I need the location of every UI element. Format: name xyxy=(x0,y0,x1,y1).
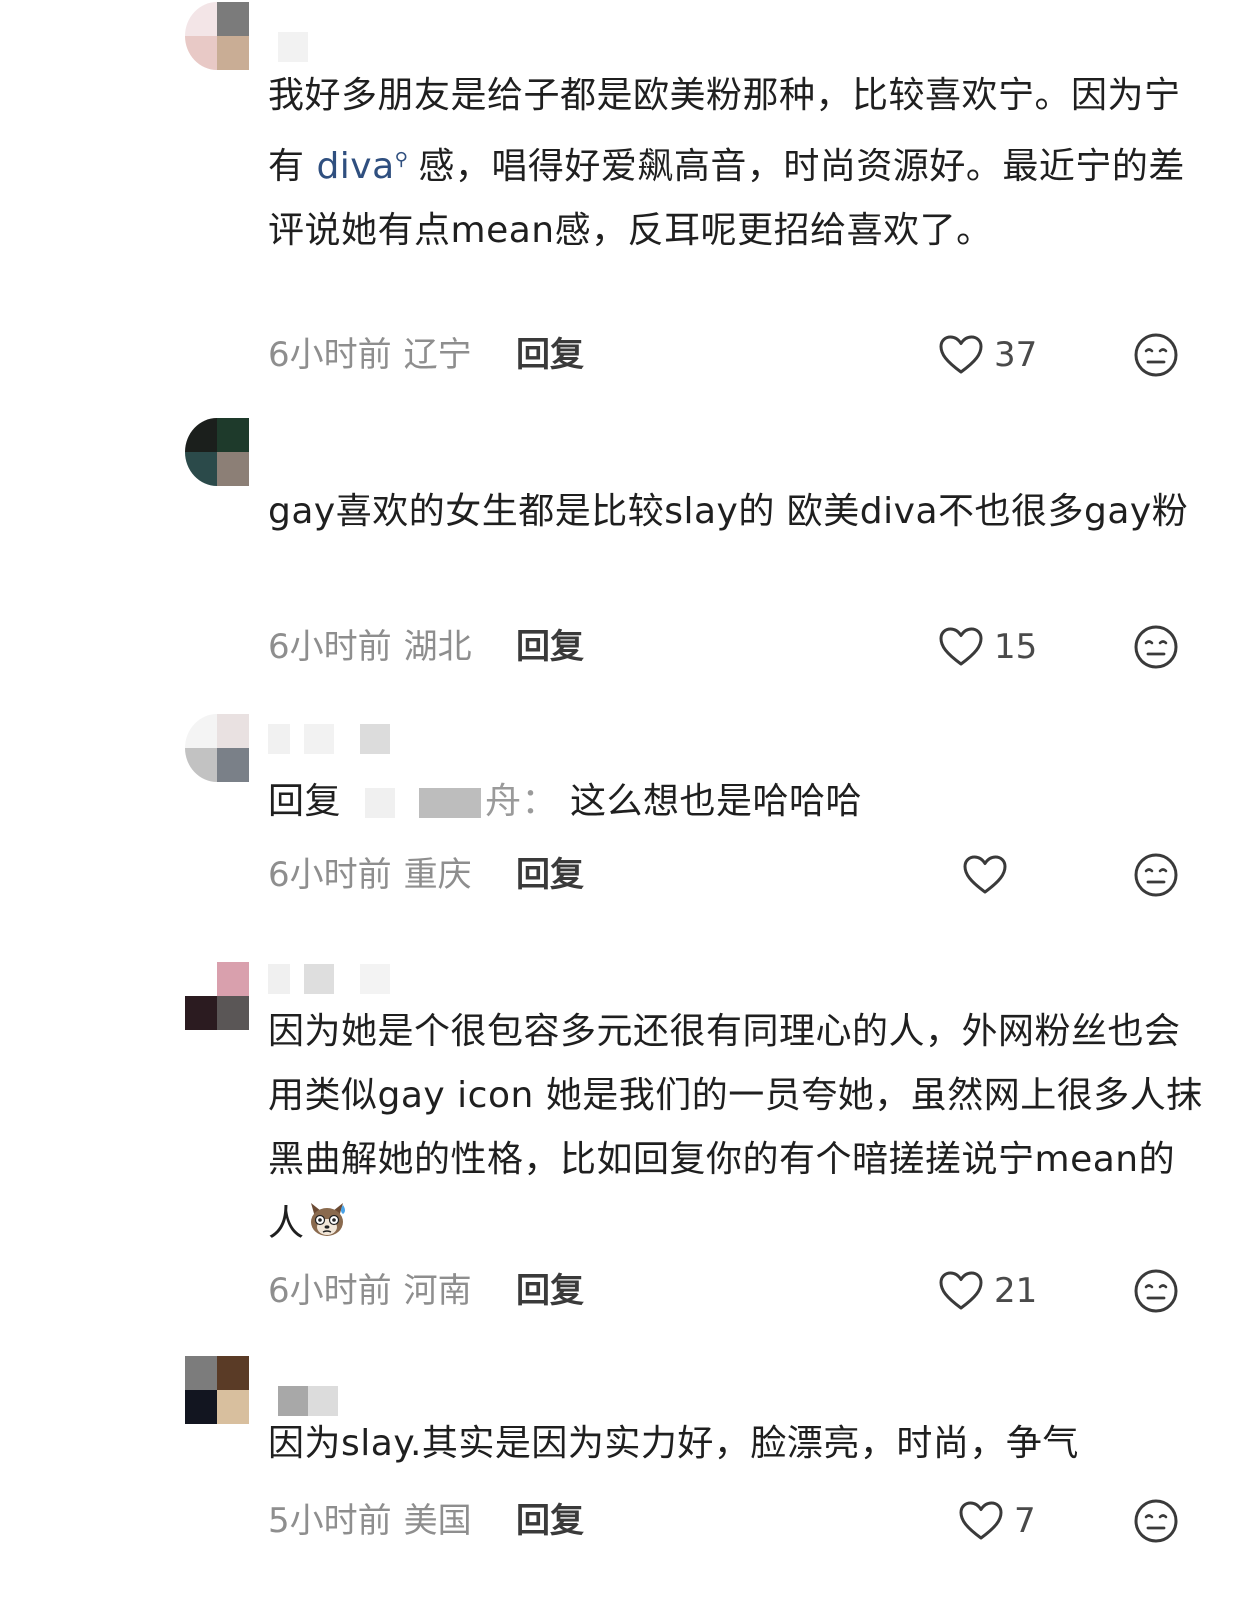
timestamp: 5小时前 xyxy=(268,1501,392,1541)
dislike-button[interactable] xyxy=(1133,624,1179,670)
avatar[interactable] xyxy=(185,714,249,782)
like-count: 7 xyxy=(1014,1501,1036,1541)
comment-text: gay喜欢的女生都是比较slay的 欧美diva不也很多gay粉 xyxy=(268,491,1189,532)
comment-text: 因为slay.其实是因为实力好，脸漂亮，时尚，争气 xyxy=(268,1423,1079,1464)
heart-outline-icon xyxy=(938,334,984,376)
comment-text: 因为她是个很包容多元还很有同理心的人，外网粉丝也会用类似gay icon 她是我… xyxy=(268,1000,1208,1256)
comment-item: 因为她是个很包容多元还很有同理心的人，外网粉丝也会用类似gay icon 她是我… xyxy=(0,930,1240,1350)
comment-text: 我好多朋友是给子都是欧美粉那种，比较喜欢宁。因为宁有 diva⚲ 感，唱得好爱飙高… xyxy=(268,64,1208,263)
like-button[interactable]: 7 xyxy=(958,1496,1036,1546)
heart-outline-icon xyxy=(938,1270,984,1312)
like-button[interactable]: 37 xyxy=(938,330,1037,380)
avatar[interactable] xyxy=(185,2,249,70)
comment-meta: 6小时前 湖北 回复 15 xyxy=(268,622,1208,672)
timestamp: 6小时前 xyxy=(268,1271,392,1311)
comment-meta: 6小时前 重庆 回复 xyxy=(268,850,1208,900)
like-count: 21 xyxy=(994,1271,1038,1311)
timestamp: 6小时前 xyxy=(268,855,392,895)
username-blurred[interactable] xyxy=(268,32,408,62)
like-button[interactable]: 15 xyxy=(938,622,1037,672)
sweating-dog-emoji xyxy=(310,1203,345,1236)
reply-button[interactable]: 回复 xyxy=(516,850,584,900)
comment-text: 回复 舟： 这么想也是哈哈哈 xyxy=(268,770,1208,834)
timestamp: 6小时前 xyxy=(268,335,392,375)
dislike-button[interactable] xyxy=(1133,1268,1179,1314)
comment-item: gay喜欢的女生都是比较slay的 欧美diva不也很多gay粉 6小时前 湖北 … xyxy=(0,400,1240,690)
heart-outline-icon xyxy=(962,854,1008,896)
reply-button[interactable]: 回复 xyxy=(516,622,584,672)
comment-meta: 5小时前 美国 回复 7 xyxy=(268,1496,1208,1546)
ip-region: 辽宁 xyxy=(403,335,472,375)
neutral-face-icon xyxy=(1133,1498,1179,1544)
like-count: 15 xyxy=(994,627,1038,667)
comment-item: 我好多朋友是给子都是欧美粉那种，比较喜欢宁。因为宁有 diva⚲ 感，唱得好爱飙高… xyxy=(0,0,1240,400)
timestamp: 6小时前 xyxy=(268,627,392,667)
dislike-button[interactable] xyxy=(1133,852,1179,898)
heart-outline-icon xyxy=(958,1500,1004,1542)
ip-region: 湖北 xyxy=(403,627,472,667)
avatar[interactable] xyxy=(185,1356,249,1424)
avatar[interactable] xyxy=(185,418,249,486)
like-count: 37 xyxy=(994,335,1038,375)
ip-region: 河南 xyxy=(403,1271,472,1311)
reply-target-blurred[interactable] xyxy=(365,788,396,818)
dislike-button[interactable] xyxy=(1133,1498,1179,1544)
heart-outline-icon xyxy=(938,626,984,668)
comment-meta: 6小时前 河南 回复 21 xyxy=(268,1266,1208,1316)
reply-text: 这么想也是哈哈哈 xyxy=(570,781,863,822)
reply-target-blurred[interactable] xyxy=(419,788,482,818)
comment-item: 因为slay.其实是因为实力好，脸漂亮，时尚，争气 5小时前 美国 回复 7 xyxy=(0,1350,1240,1620)
dislike-button[interactable] xyxy=(1133,332,1179,378)
like-button[interactable]: 21 xyxy=(938,1266,1037,1316)
topic-link[interactable]: diva xyxy=(316,146,394,187)
reply-button[interactable]: 回复 xyxy=(516,1266,584,1316)
search-icon[interactable]: ⚲ xyxy=(395,128,409,192)
reply-button[interactable]: 回复 xyxy=(516,330,584,380)
comment-text-part: 因为她是个很包容多元还很有同理心的人，外网粉丝也会用类似gay icon 她是我… xyxy=(268,1011,1203,1244)
neutral-face-icon xyxy=(1133,624,1179,670)
like-button[interactable] xyxy=(962,850,1018,900)
neutral-face-icon xyxy=(1133,1268,1179,1314)
reply-button[interactable]: 回复 xyxy=(516,1496,584,1546)
avatar[interactable] xyxy=(185,962,249,1030)
reply-target-suffix: 舟： xyxy=(485,781,559,822)
username-blurred[interactable] xyxy=(268,724,428,754)
reply-prefix: 回复 xyxy=(268,781,342,822)
ip-region: 美国 xyxy=(403,1501,472,1541)
comment-item: 回复 舟： 这么想也是哈哈哈 6小时前 重庆 回复 xyxy=(0,690,1240,930)
ip-region: 重庆 xyxy=(403,855,472,895)
comment-thread: { "colors": { "text": "#1f1f1f", "meta":… xyxy=(0,0,1240,1620)
comment-meta: 6小时前 辽宁 回复 37 xyxy=(268,330,1208,380)
neutral-face-icon xyxy=(1133,852,1179,898)
username-blurred[interactable] xyxy=(268,964,428,994)
neutral-face-icon xyxy=(1133,332,1179,378)
